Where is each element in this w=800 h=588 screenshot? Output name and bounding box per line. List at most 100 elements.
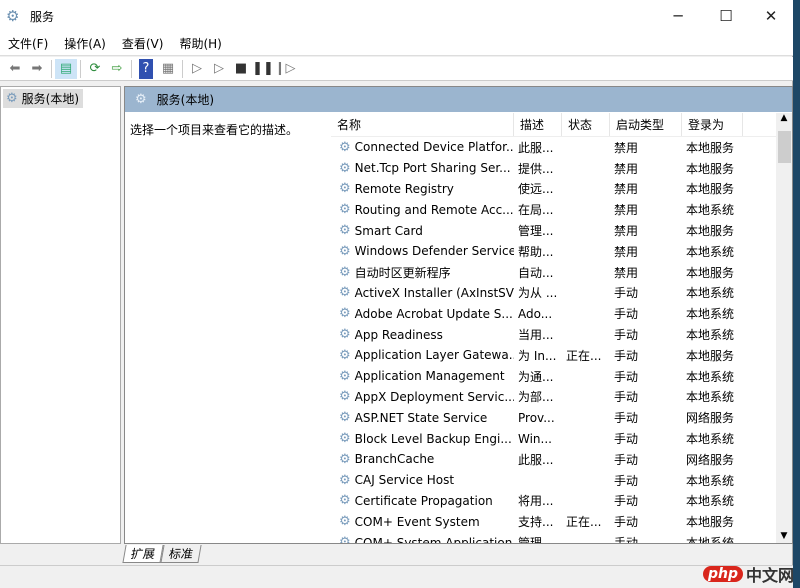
forward-arrow-icon[interactable]: ➡	[26, 59, 48, 79]
service-name: ⚙ Connected Device Platfor...	[331, 140, 514, 155]
column-log-on-as[interactable]: 登录为	[682, 113, 743, 136]
gear-icon: ⚙	[339, 285, 351, 301]
table-row[interactable]: ⚙ BranchCache 此服... 手动 网络服务	[331, 449, 776, 470]
export-list-icon[interactable]: ⇨	[106, 59, 128, 79]
service-name: ⚙ Net.Tcp Port Sharing Ser...	[331, 161, 514, 176]
service-description: 提供...	[518, 161, 554, 176]
maximize-button[interactable]: ☐	[703, 0, 749, 32]
menu-action[interactable]: 操作(A)	[56, 35, 114, 52]
table-row[interactable]: ⚙ Adobe Acrobat Update S... Ado... 手动 本地系统	[331, 303, 776, 324]
service-name-text: 自动时区更新程序	[354, 265, 451, 280]
service-name-text: ASP.NET State Service	[354, 410, 488, 425]
start-service-2-icon[interactable]: ▷	[208, 59, 230, 79]
column-description[interactable]: 描述	[514, 113, 562, 136]
service-startup-type: 手动	[614, 307, 639, 322]
tree-item-services-local[interactable]: ⚙ 服务(本地)	[3, 89, 83, 108]
scroll-down-icon[interactable]: ▼	[776, 531, 792, 541]
service-name-text: BranchCache	[354, 452, 435, 467]
service-description: 为通...	[518, 369, 554, 384]
scrollbar-thumb[interactable]	[778, 131, 791, 163]
service-description: 将用...	[518, 494, 554, 509]
properties-pane-icon[interactable]: ▦	[157, 59, 179, 79]
service-name: ⚙ App Readiness	[331, 327, 514, 342]
help-icon[interactable]: ?	[139, 58, 153, 79]
table-row[interactable]: ⚙ ActiveX Installer (AxInstSV) 为从 ... 手动 本地系…	[331, 283, 776, 304]
service-log-on-as: 本地服务	[686, 161, 735, 176]
service-log-on-as: 本地系统	[686, 432, 735, 447]
table-row[interactable]: ⚙ CAJ Service Host 手动 本地系统	[331, 470, 776, 491]
table-row[interactable]: ⚙COM+ System Application管理... 手动本地系统	[331, 532, 776, 543]
watermark-badge: php	[702, 566, 743, 582]
column-startup-type[interactable]: 启动类型	[610, 113, 682, 136]
service-name: ⚙ COM+ Event System	[331, 514, 514, 529]
column-name[interactable]: 名称	[331, 113, 514, 136]
service-log-on-as: 本地服务	[686, 140, 735, 155]
show-hide-console-tree-icon[interactable]: ▤	[55, 58, 77, 79]
table-row[interactable]: ⚙ Block Level Backup Engi... Win... 手动 本地系统	[331, 428, 776, 449]
gear-icon: ⚙	[339, 264, 351, 280]
menu-file[interactable]: 文件(F)	[0, 35, 56, 52]
scroll-up-icon[interactable]: ▲	[776, 113, 792, 123]
service-startup-type: 手动	[614, 348, 639, 363]
service-log-on-as: 网络服务	[686, 411, 735, 426]
services-gear-icon: ⚙	[6, 7, 20, 25]
table-row[interactable]: ⚙ COM+ Event System 支持... 正在... 手动 本地服务	[331, 511, 776, 532]
service-name: ⚙ ActiveX Installer (AxInstSV)	[331, 285, 514, 300]
service-name: ⚙ Certificate Propagation	[331, 493, 514, 508]
menu-view[interactable]: 查看(V)	[114, 35, 172, 52]
service-startup-type: 手动	[610, 534, 682, 543]
start-service-icon[interactable]: ▷	[186, 59, 208, 79]
service-name: ⚙ Adobe Acrobat Update S...	[331, 306, 514, 321]
service-log-on-as: 本地系统	[686, 494, 735, 509]
column-headers: 名称 描述 状态 启动类型 登录为	[331, 113, 776, 137]
stop-service-icon[interactable]: ■	[230, 59, 252, 79]
watermark-text: 中文网	[745, 566, 794, 585]
table-row[interactable]: ⚙ ASP.NET State Service Prov... 手动 网络服务	[331, 407, 776, 428]
service-name: ⚙ Smart Card	[331, 223, 514, 238]
table-row[interactable]: ⚙ Net.Tcp Port Sharing Ser... 提供... 禁用 本地服务	[331, 158, 776, 179]
services-pane: ⚙ 服务(本地) 选择一个项目来查看它的描述。 名称 描述 状态 启动类型 登录…	[124, 86, 793, 544]
service-name-text: CAJ Service Host	[354, 473, 455, 488]
service-log-on-as: 本地系统	[686, 203, 735, 218]
table-row[interactable]: ⚙ Routing and Remote Acc... 在局... 禁用 本地系统	[331, 199, 776, 220]
column-status[interactable]: 状态	[562, 113, 610, 136]
service-name-text: COM+ System Application	[354, 535, 513, 543]
table-row[interactable]: ⚙ Application Management 为通... 手动 本地系统	[331, 366, 776, 387]
restart-service-icon[interactable]: ❙▷	[274, 59, 296, 79]
gear-icon: ⚙	[339, 389, 351, 405]
gear-icon: ⚙	[339, 472, 351, 488]
service-name: ⚙ Routing and Remote Acc...	[331, 202, 514, 217]
table-row[interactable]: ⚙ Certificate Propagation 将用... 手动 本地系统	[331, 491, 776, 512]
gear-icon: ⚙	[339, 410, 351, 426]
service-name-text: ActiveX Installer (AxInstSV)	[354, 285, 514, 300]
pause-service-icon[interactable]: ❚❚	[252, 59, 274, 79]
description-text: 选择一个项目来查看它的描述。	[130, 123, 299, 137]
refresh-icon[interactable]: ⟳	[84, 59, 106, 79]
table-row[interactable]: ⚙ Connected Device Platfor... 此服... 禁用 本地服务	[331, 137, 776, 158]
service-name-text: App Readiness	[354, 327, 443, 342]
back-arrow-icon[interactable]: ⬅	[4, 59, 26, 79]
tab-standard[interactable]: 标准	[160, 545, 202, 563]
service-log-on-as: 本地系统	[686, 307, 735, 322]
service-name-text: Remote Registry	[354, 181, 454, 196]
menu-help[interactable]: 帮助(H)	[171, 35, 229, 52]
table-row[interactable]: ⚙ Remote Registry 使远... 禁用 本地服务	[331, 179, 776, 200]
table-row[interactable]: ⚙ Smart Card 管理... 禁用 本地服务	[331, 220, 776, 241]
table-row[interactable]: ⚙ Windows Defender Service 帮助... 禁用 本地系统	[331, 241, 776, 262]
close-button[interactable]: ✕	[748, 0, 794, 32]
service-name-text: Certificate Propagation	[354, 493, 493, 508]
service-name-text: Application Management	[354, 369, 505, 384]
tab-extended[interactable]: 扩展	[122, 545, 164, 563]
service-name-text: Connected Device Platfor...	[354, 140, 514, 155]
minimize-button[interactable]: ─	[655, 0, 701, 32]
gear-icon: ⚙	[6, 91, 18, 106]
table-row[interactable]: ⚙ Application Layer Gatewa... 为 In... 正在...…	[331, 345, 776, 366]
table-row[interactable]: ⚙ App Readiness 当用... 手动 本地系统	[331, 324, 776, 345]
service-name-text: COM+ Event System	[354, 514, 480, 529]
gear-icon: ⚙	[339, 347, 351, 363]
separator	[182, 59, 183, 78]
table-row[interactable]: ⚙ AppX Deployment Servic... 为部... 手动 本地系统	[331, 387, 776, 408]
vertical-scrollbar[interactable]: ▲ ▼	[776, 113, 792, 543]
console-tree: ⚙ 服务(本地)	[0, 86, 121, 544]
table-row[interactable]: ⚙ 自动时区更新程序 自动... 禁用 本地服务	[331, 262, 776, 283]
